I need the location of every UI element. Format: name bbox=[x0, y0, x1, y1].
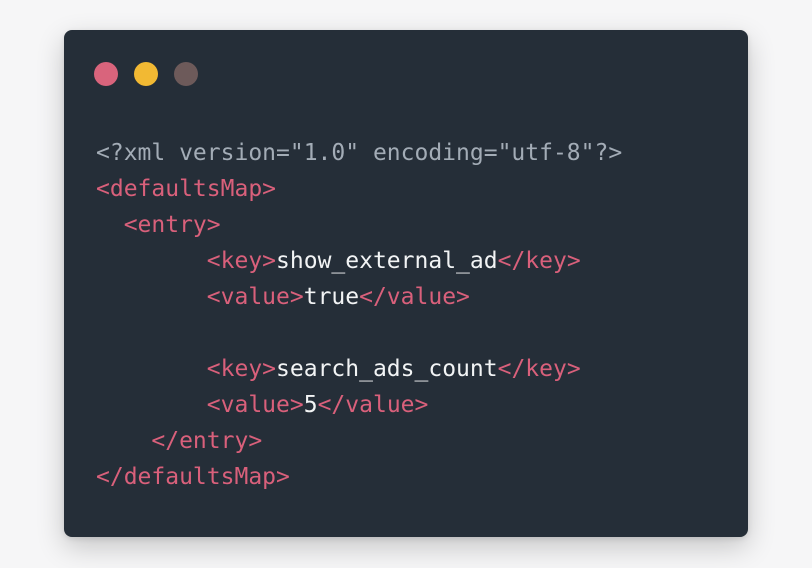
defaultsmap-close-tag: </defaultsMap> bbox=[96, 464, 290, 490]
key2-indent bbox=[96, 356, 207, 382]
value2-text: 5 bbox=[303, 392, 318, 418]
key2-text: search_ads_count bbox=[276, 356, 498, 382]
value1-close-tag: </value> bbox=[359, 284, 470, 310]
entry-open-tag: <entry> bbox=[96, 212, 221, 238]
value1-indent bbox=[96, 284, 207, 310]
entry-close-tag: </entry> bbox=[96, 428, 263, 454]
entry-close-line: </entry> bbox=[96, 423, 622, 459]
key1-text: show_external_ad bbox=[276, 248, 498, 274]
xml-declaration-line: <?xml version="1.0" encoding="utf-8"?> bbox=[96, 135, 622, 171]
value2-indent bbox=[96, 392, 207, 418]
minimize-dot[interactable] bbox=[134, 62, 158, 86]
close-dot[interactable] bbox=[94, 62, 118, 86]
value1-open-tag: <value> bbox=[206, 284, 304, 310]
key2-open-tag: <key> bbox=[206, 356, 277, 382]
defaultsmap-close-line: </defaultsMap> bbox=[96, 459, 622, 495]
xml-declaration: <?xml version="1.0" encoding="utf-8"?> bbox=[96, 140, 623, 166]
key1-line: <key>show_external_ad</key> bbox=[96, 243, 622, 279]
value2-close-tag: </value> bbox=[317, 392, 429, 418]
value2-line: <value>5</value> bbox=[96, 387, 622, 423]
key1-indent bbox=[96, 248, 207, 274]
code-window: <?xml version="1.0" encoding="utf-8"?> <d… bbox=[64, 30, 748, 537]
maximize-dot[interactable] bbox=[174, 62, 198, 86]
defaultsmap-open-tag: <defaultsMap> bbox=[96, 176, 277, 202]
entry-open-line: <entry> bbox=[96, 207, 622, 243]
key1-close-tag: </key> bbox=[497, 248, 581, 274]
code-block: <?xml version="1.0" encoding="utf-8"?> <d… bbox=[96, 135, 622, 495]
value1-line: <value>true</value> bbox=[96, 279, 622, 315]
defaultsmap-open-line: <defaultsMap> bbox=[96, 171, 622, 207]
key2-line: <key>search_ads_count</key> bbox=[96, 351, 622, 387]
value2-open-tag: <value> bbox=[206, 392, 304, 418]
key1-open-tag: <key> bbox=[206, 248, 277, 274]
value1-text: true bbox=[303, 284, 360, 310]
key2-close-tag: </key> bbox=[497, 356, 581, 382]
